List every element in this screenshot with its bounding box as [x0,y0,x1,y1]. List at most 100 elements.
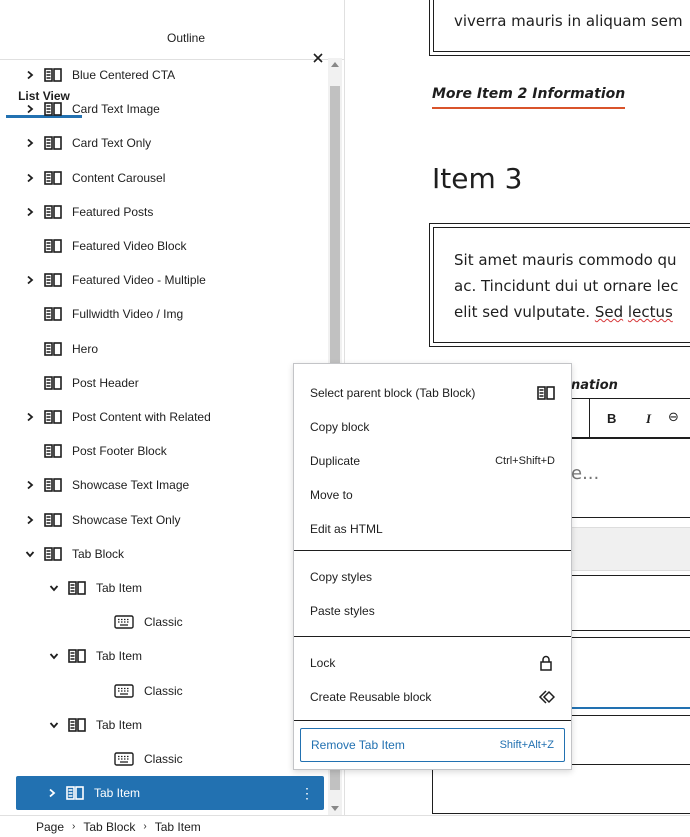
list-item[interactable]: Classic [0,605,326,639]
list-item[interactable]: Showcase Text Image [0,468,326,502]
chevron-right-icon[interactable] [24,172,36,184]
tab-item-box[interactable] [571,575,690,631]
menu-item-paste-styles[interactable]: Paste styles [294,594,571,628]
chevron-right-icon[interactable] [24,137,36,149]
chevron-spacer [24,240,36,252]
more-options-icon[interactable]: ⋮ [300,785,314,802]
block-icon [44,341,62,356]
lock-icon [540,655,552,671]
list-item-label: Tab Item [96,717,143,732]
block-icon [68,717,86,732]
list-item[interactable]: Post Footer Block [0,434,326,468]
chevron-spacer [24,308,36,320]
menu-item-label: Create Reusable block [310,690,432,704]
menu-item-move-to[interactable]: Move to [294,478,571,512]
menu-item-lock[interactable]: Lock [294,646,571,680]
scroll-up-arrow-icon[interactable] [331,62,339,67]
chevron-spacer [94,616,106,628]
chevron-right-icon[interactable] [24,206,36,218]
item-3-heading[interactable]: Item 3 [432,162,522,195]
paragraph-line-1: Sit amet mauris commodo qu [454,251,677,269]
chevron-down-icon[interactable] [24,548,36,560]
chevron-down-icon[interactable] [48,650,60,662]
list-item[interactable]: Showcase Text Only [0,503,326,537]
partial-placeholder: e... [571,463,600,484]
link-icon[interactable]: ⊖ [668,410,679,425]
list-item-label: Classic [144,683,183,698]
paragraph-text: elit sed vulputate. [454,303,595,321]
list-item[interactable]: Tab Item [0,639,326,673]
chevron-spacer [24,343,36,355]
tab-item-box[interactable] [571,637,690,709]
chevron-right-icon[interactable] [24,411,36,423]
block-icon [44,239,62,253]
list-item[interactable]: Tab Item [0,571,326,605]
list-item[interactable]: Card Text Image [0,92,326,126]
list-item[interactable]: Post Header [0,366,326,400]
list-item[interactable]: Featured Posts [0,195,326,229]
more-info-link[interactable]: More Item 2 Information [432,86,626,109]
list-item-label: Featured Posts [72,204,154,219]
misspelled-word: Sed [594,303,624,321]
list-item-label: Featured Video Block [72,239,187,253]
block-icon [44,307,62,322]
chevron-down-icon[interactable] [48,719,60,731]
bold-button[interactable]: B [607,411,616,426]
block-icon [44,546,62,561]
list-item[interactable]: Fullwidth Video / Img [0,297,326,331]
block-icon [44,410,62,424]
list-item[interactable]: Classic [0,674,326,708]
shortcut-text: Shift+Alt+Z [499,739,554,751]
chevron-right-icon[interactable] [24,479,36,491]
menu-item-copy-styles[interactable]: Copy styles [294,560,571,594]
list-item[interactable]: Tab Block [0,537,326,571]
list-item-label: Classic [144,615,183,630]
keyboard-icon [114,683,134,698]
list-item-label: Tab Item [94,786,141,801]
list-item[interactable]: Featured Video Block [0,229,326,263]
list-item[interactable]: Tab Item [0,708,326,742]
misspelled-word: lectus [627,303,673,321]
list-item[interactable]: Blue Centered CTA [0,58,326,92]
list-item[interactable]: Content Carousel [0,161,326,195]
menu-item-copy-block[interactable]: Copy block [294,410,571,444]
list-item[interactable]: Featured Video - Multiple [0,263,326,297]
keyboard-icon [114,615,134,629]
tab-item-box[interactable] [571,715,690,765]
list-item[interactable]: Post Content with Related [0,400,326,434]
block-icon [44,273,62,287]
chevron-right-icon[interactable] [46,787,58,799]
italic-button[interactable]: I [646,411,651,427]
menu-item-edit-html[interactable]: Edit as HTML [294,512,571,546]
menu-item-label: Select parent block (Tab Block) [310,386,476,400]
tab-outline[interactable]: Outline [148,20,224,60]
list-item[interactable]: Tab Item ⋮ [16,776,324,811]
menu-item-label: Move to [310,488,353,502]
breadcrumb-item-tab-block[interactable]: Tab Block [83,820,135,834]
menu-item-label: Lock [310,656,336,670]
list-item[interactable]: Hero [0,332,326,366]
list-item[interactable]: Card Text Only [0,126,326,160]
block-icon [66,786,84,800]
block-icon [44,478,62,493]
keyboard-icon [114,752,134,766]
block-icon [68,581,86,595]
menu-divider [294,636,571,637]
scroll-down-arrow-icon[interactable] [331,806,339,811]
breadcrumb-item-page[interactable]: Page [36,820,64,834]
chevron-right-icon[interactable] [24,69,36,81]
list-item-label: Showcase Text Only [72,512,181,527]
menu-item-select-parent[interactable]: Select parent block (Tab Block) [294,376,571,410]
menu-item-remove-tab-item[interactable]: Remove Tab Item Shift+Alt+Z [300,728,565,762]
list-item[interactable]: Classic [0,742,326,776]
menu-item-duplicate[interactable]: Duplicate Ctrl+Shift+D [294,444,571,478]
chevron-right-icon[interactable] [24,103,36,115]
paragraph-line-3: elit sed vulputate. Sed lectus [454,303,673,321]
chevron-right-icon[interactable] [24,514,36,526]
chevron-down-icon[interactable] [48,582,60,594]
block-icon [44,512,62,527]
list-item-label: Card Text Only [72,136,152,151]
breadcrumb-item-tab-item[interactable]: Tab Item [155,820,201,834]
menu-item-create-reusable[interactable]: Create Reusable block [294,680,571,714]
chevron-right-icon[interactable] [24,274,36,286]
